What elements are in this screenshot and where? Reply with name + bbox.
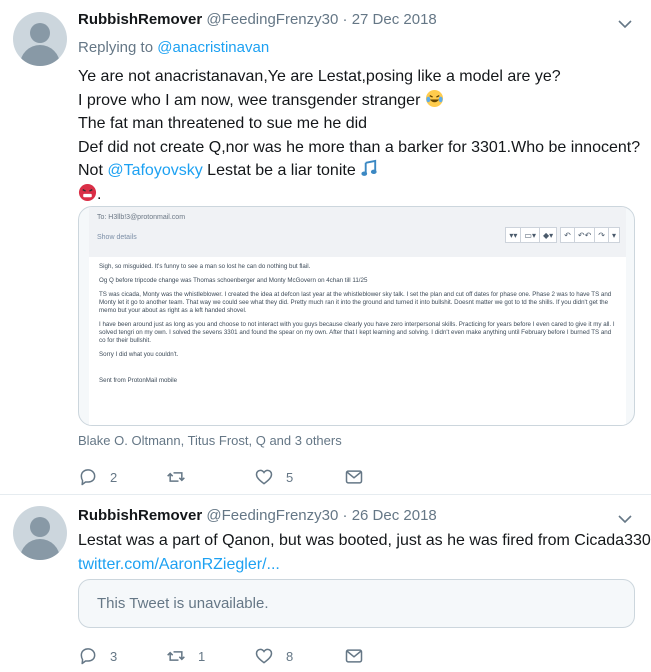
header-separator: · [342, 11, 348, 28]
like-button[interactable]: 8 [254, 644, 293, 668]
email-screenshot-image[interactable]: To: H3llb!3@protonmail.com Show details … [78, 206, 635, 426]
tagged-users[interactable]: Blake O. Oltmann, Titus Frost, Q and 3 o… [78, 431, 342, 451]
email-paragraph: Sigh, so misguided. It's funny to see a … [99, 263, 311, 270]
like-count: 8 [286, 648, 294, 664]
tweet-header: RubbishRemover @FeedingFrenzy30 · 26 Dec… [78, 506, 437, 526]
tweet-text-line: The fat man threatened to sue me he did [78, 115, 368, 132]
avatar[interactable] [13, 12, 67, 66]
tweet-text-span: Not [78, 162, 108, 179]
email-body: Sigh, so misguided. It's funny to see a … [89, 257, 626, 425]
retweet-count: 1 [198, 648, 206, 664]
avatar[interactable] [13, 506, 67, 560]
share-icon [345, 470, 363, 484]
unavailable-tweet-card: This Tweet is unavailable. [78, 579, 635, 628]
music-notes-emoji-icon [361, 159, 377, 176]
retweet-button[interactable] [166, 465, 198, 489]
reply-arrow-icon: ↶ [560, 227, 575, 243]
email-toolbar: ▾▾ ▭▾ ◆▾ ↶ ↶↶ ↷ ▾ [505, 227, 620, 243]
tweet-text: Ye are not anacristanavan,Ye are Lestat,… [78, 65, 640, 206]
replying-to-label: Replying to [78, 39, 158, 56]
tweet-text-line: . [78, 183, 640, 207]
header-separator: · [342, 507, 348, 524]
reply-icon [80, 648, 96, 665]
tweet-header: RubbishRemover @FeedingFrenzy30 · 27 Dec… [78, 10, 437, 30]
laughing-tears-emoji-icon [425, 89, 443, 107]
share-button[interactable] [344, 644, 376, 668]
email-header: To: H3llb!3@protonmail.com Show details … [89, 207, 626, 257]
reply-all-icon: ↶↶ [573, 227, 596, 243]
tweet-text-line: I prove who I am now, wee transgender st… [78, 89, 640, 113]
share-icon [345, 649, 363, 663]
reply-button[interactable]: 2 [78, 465, 117, 489]
reply-icon [80, 469, 96, 486]
email-tool-group: ↶ ↶↶ ↷ ▾ [560, 227, 620, 243]
label-icon: ◆▾ [539, 227, 558, 243]
email-tool-group: ▾▾ ▭▾ ◆▾ [505, 227, 558, 243]
tweet-actions: 2 5 [78, 465, 378, 489]
email-paragraph: Sent from ProtonMail mobile [99, 377, 178, 384]
reply-button[interactable]: 3 [78, 644, 117, 668]
reply-count: 2 [110, 469, 118, 485]
email-show-details: Show details [97, 234, 137, 241]
like-button[interactable]: 5 [254, 465, 293, 489]
unavailable-message: This Tweet is unavailable. [97, 595, 269, 612]
chevron-down-icon[interactable] [617, 511, 633, 527]
retweet-button[interactable]: 1 [166, 644, 205, 668]
tweet-text-span: . [97, 185, 102, 203]
mention-link[interactable]: @Tafoyovsky [107, 162, 202, 179]
tweet-text-line: Ye are not anacristanavan,Ye are Lestat,… [78, 68, 561, 85]
forward-icon: ↷ [594, 227, 609, 243]
author-handle[interactable]: @FeedingFrenzy30 [206, 11, 338, 28]
tweet-text-line: Not @Tafoyovsky Lestat be a liar tonite [78, 159, 640, 183]
tweet-date[interactable]: 27 Dec 2018 [352, 11, 437, 28]
email-paragraph: Og Q before tripcode change was Thomas s… [99, 277, 368, 284]
replying-to-mention[interactable]: @anacristinavan [157, 39, 269, 56]
folder-icon: ▭▾ [520, 227, 540, 243]
email-paragraph: Sorry I did what you couldn't. [99, 351, 179, 358]
tweet-text: Lestat was a part of Qanon, but was boot… [78, 529, 651, 576]
author-name[interactable]: RubbishRemover [78, 11, 202, 28]
chevron-down-icon[interactable] [617, 16, 633, 32]
avatar-head-shape [30, 23, 50, 43]
author-handle[interactable]: @FeedingFrenzy30 [206, 507, 338, 524]
retweet-icon [167, 472, 185, 482]
avatar-head-shape [30, 517, 50, 537]
heart-icon [255, 469, 273, 485]
retweet-icon [167, 651, 185, 661]
tweet-link[interactable]: twitter.com/AaronRZiegler/... [78, 553, 651, 577]
tweet-text-span: I prove who I am now, wee transgender st… [78, 91, 421, 109]
replying-to: Replying to @anacristinavan [78, 38, 269, 58]
share-button[interactable] [344, 465, 376, 489]
avatar-body-shape [20, 45, 60, 66]
tweet-text-line: Def did not create Q,nor was he more tha… [78, 138, 641, 156]
filter-icon: ▾▾ [505, 227, 522, 243]
tweet-text-span: Lestat be a liar tonite [202, 162, 356, 179]
tweet-date[interactable]: 26 Dec 2018 [352, 507, 437, 524]
email-paragraph: I have been around just as long as you a… [99, 321, 615, 344]
tweet-text-line: Lestat was a part of Qanon, but was boot… [78, 532, 651, 549]
tweet[interactable]: RubbishRemover @FeedingFrenzy30 · 27 Dec… [0, 0, 651, 495]
more-chevron-icon: ▾ [607, 227, 620, 243]
reply-count: 3 [110, 648, 118, 664]
email-paragraph: TS was cicada, Monty was the whistleblow… [99, 291, 612, 314]
email-recipient: To: H3llb!3@protonmail.com [97, 214, 186, 221]
tweet[interactable]: RubbishRemover @FeedingFrenzy30 · 26 Dec… [0, 495, 651, 672]
avatar-body-shape [20, 539, 60, 560]
angry-face-emoji-icon [78, 183, 97, 201]
heart-icon [255, 648, 273, 664]
author-name[interactable]: RubbishRemover [78, 507, 202, 524]
tweet-actions: 3 1 8 [78, 644, 378, 668]
like-count: 5 [286, 469, 294, 485]
